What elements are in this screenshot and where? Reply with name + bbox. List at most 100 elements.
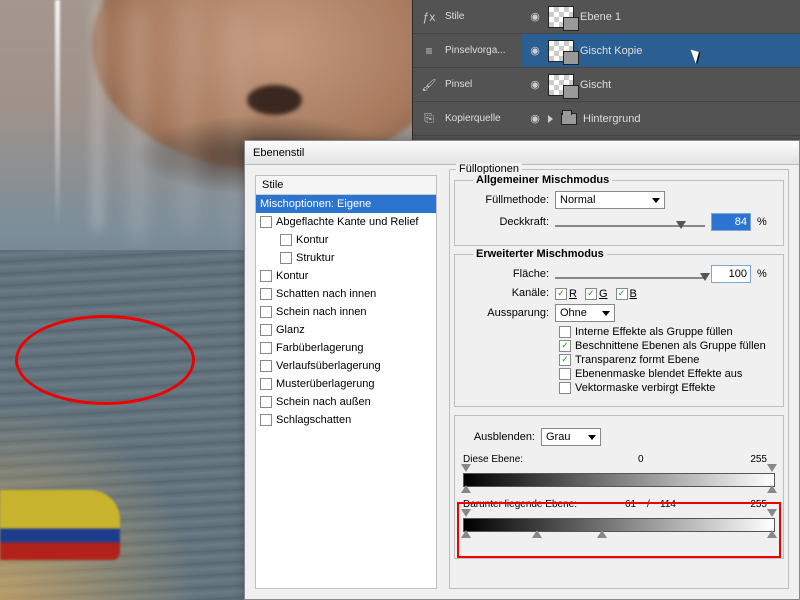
general-blend-legend: Allgemeiner Mischmodus <box>473 174 612 186</box>
style-item-label: Farbüberlagerung <box>276 342 363 354</box>
layer-row[interactable]: ◉ Ebene 1 <box>522 0 800 34</box>
checkbox[interactable] <box>559 368 571 380</box>
panel-tab-label: Kopierquelle <box>445 113 501 124</box>
style-item[interactable]: Musterüberlagerung <box>256 375 436 393</box>
visibility-icon[interactable]: ◉ <box>528 10 542 23</box>
channel-label: R <box>569 288 577 300</box>
layer-row[interactable]: ◉ Gischt Kopie <box>522 34 800 68</box>
style-item[interactable]: Mischoptionen: Eigene <box>256 195 436 213</box>
advanced-option-row[interactable]: Beschnittene Ebenen als Gruppe füllen <box>559 340 777 352</box>
visibility-icon[interactable]: ◉ <box>528 112 542 125</box>
style-item[interactable]: Schein nach innen <box>256 303 436 321</box>
layer-name: Gischt Kopie <box>580 45 642 57</box>
layer-name: Ebene 1 <box>580 11 621 23</box>
checkbox[interactable] <box>559 340 571 352</box>
style-item[interactable]: Schlagschatten <box>256 411 436 429</box>
layer-thumbnail <box>548 40 574 62</box>
style-item-label: Kontur <box>296 234 328 246</box>
advanced-option-row[interactable]: Transparenz formt Ebene <box>559 354 777 366</box>
style-checkbox[interactable] <box>260 306 272 318</box>
under-low-a: 61 <box>625 499 636 510</box>
advanced-option-row[interactable]: Ebenenmaske blendet Effekte aus <box>559 368 777 380</box>
blend-if-select[interactable]: Grau <box>541 428 601 446</box>
layer-style-dialog: Ebenenstil Stile Mischoptionen: Eigene Ab… <box>244 140 800 600</box>
style-item-label: Mischoptionen: Eigene <box>260 198 371 210</box>
style-checkbox[interactable] <box>260 396 272 408</box>
advanced-blend-group: Erweiterter Mischmodus Fläche: % Kanäle:… <box>454 254 784 407</box>
advanced-option-label: Interne Effekte als Gruppe füllen <box>575 326 733 338</box>
advanced-option-label: Ebenenmaske blendet Effekte aus <box>575 368 742 380</box>
advanced-option-label: Vektormaske verbirgt Effekte <box>575 382 715 394</box>
style-item[interactable]: Verlaufsüberlagerung <box>256 357 436 375</box>
layers-panel: ◉ Ebene 1 ◉ Gischt Kopie ◉ Gischt ◉Hintergrund <box>522 0 800 140</box>
style-item[interactable]: Farbüberlagerung <box>256 339 436 357</box>
style-item[interactable]: Kontur <box>256 267 436 285</box>
layer-row[interactable]: ◉ Gischt <box>522 68 800 102</box>
blend-mode-label: Füllmethode: <box>461 194 549 206</box>
visibility-icon[interactable]: ◉ <box>528 44 542 57</box>
style-checkbox[interactable] <box>280 252 292 264</box>
opacity-input[interactable] <box>711 213 751 231</box>
style-item[interactable]: Schatten nach innen <box>256 285 436 303</box>
style-item-label: Schein nach innen <box>276 306 367 318</box>
style-item-label: Verlaufsüberlagerung <box>276 360 381 372</box>
visibility-icon[interactable]: ◉ <box>528 78 542 91</box>
this-layer-low: 0 <box>638 454 644 465</box>
style-item[interactable]: Abgeflachte Kante und Relief <box>256 213 436 231</box>
checkbox[interactable] <box>559 354 571 366</box>
percent-label-2: % <box>757 268 767 280</box>
channels-label: Kanäle: <box>461 287 549 299</box>
panel-tab-pinsel[interactable]: 🖌Pinsel <box>413 68 522 102</box>
this-layer-gradient[interactable] <box>463 473 775 487</box>
style-item-label: Musterüberlagerung <box>276 378 374 390</box>
style-checkbox[interactable] <box>260 270 272 282</box>
style-item[interactable]: Schein nach außen <box>256 393 436 411</box>
blend-if-label: Ausblenden: <box>463 431 535 443</box>
dialog-title: Ebenenstil <box>253 147 304 159</box>
clone-icon: ⎘ <box>421 111 437 127</box>
chevron-right-icon <box>548 115 553 123</box>
underlying-label: Darunter liegende Ebene: <box>463 499 591 510</box>
style-checkbox[interactable] <box>260 342 272 354</box>
advanced-option-row[interactable]: Vektormaske verbirgt Effekte <box>559 382 777 394</box>
panel-tab-stile[interactable]: ƒx Stile <box>413 0 522 34</box>
channel-R-checkbox[interactable] <box>555 288 567 300</box>
advanced-option-row[interactable]: Interne Effekte als Gruppe füllen <box>559 326 777 338</box>
style-item[interactable]: Kontur <box>256 231 436 249</box>
underlying-gradient[interactable] <box>463 518 775 532</box>
style-item[interactable]: Struktur <box>256 249 436 267</box>
folder-icon <box>561 113 577 125</box>
styles-group: Stile Mischoptionen: Eigene Abgeflachte K… <box>255 175 437 589</box>
fill-opacity-input[interactable] <box>711 265 751 283</box>
style-checkbox[interactable] <box>260 288 272 300</box>
style-checkbox[interactable] <box>260 324 272 336</box>
style-checkbox[interactable] <box>260 360 272 372</box>
channel-G-checkbox[interactable] <box>585 288 597 300</box>
this-layer-label: Diese Ebene: <box>463 454 583 465</box>
style-checkbox[interactable] <box>260 378 272 390</box>
panel-tab-pinselvorga-[interactable]: ≡Pinselvorga... <box>413 34 522 68</box>
layer-row[interactable]: ◉Hintergrund <box>522 102 800 136</box>
panel-tab-kopierquelle[interactable]: ⎘ Kopierquelle <box>413 102 522 136</box>
style-item-label: Schein nach außen <box>276 396 371 408</box>
checkbox[interactable] <box>559 326 571 338</box>
this-layer-high: 255 <box>750 454 767 465</box>
knockout-select[interactable]: Ohne <box>555 304 615 322</box>
styles-header[interactable]: Stile <box>256 176 436 195</box>
layer-name: Gischt <box>580 79 611 91</box>
fill-opacity-label: Fläche: <box>461 268 549 280</box>
style-checkbox[interactable] <box>260 414 272 426</box>
style-checkbox[interactable] <box>260 216 272 228</box>
percent-label: % <box>757 216 767 228</box>
opacity-slider[interactable] <box>555 221 705 224</box>
dialog-titlebar[interactable]: Ebenenstil <box>245 141 799 165</box>
checkbox[interactable] <box>559 382 571 394</box>
channel-B-checkbox[interactable] <box>616 288 628 300</box>
style-checkbox[interactable] <box>280 234 292 246</box>
panel-tab-label: Stile <box>445 11 464 22</box>
blend-mode-select[interactable]: Normal <box>555 191 665 209</box>
fx-icon: ƒx <box>421 9 437 25</box>
fill-opacity-slider[interactable] <box>555 273 705 276</box>
style-item[interactable]: Glanz <box>256 321 436 339</box>
style-item-label: Schlagschatten <box>276 414 351 426</box>
